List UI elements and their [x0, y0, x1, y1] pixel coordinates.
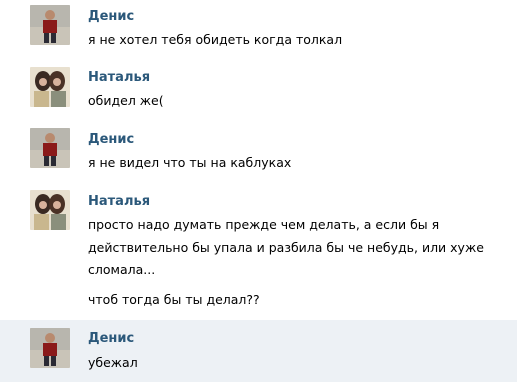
avatar[interactable] — [30, 328, 70, 368]
avatar[interactable] — [30, 5, 70, 45]
message-text: обидел же( — [88, 93, 164, 108]
message-author[interactable]: Денис — [88, 132, 134, 148]
message-item: Наталья обидел же( — [0, 60, 517, 122]
denis-avatar-icon — [30, 328, 70, 368]
message-text: просто надо думать прежде чем делать, а … — [88, 217, 440, 232]
message-text: чтоб тогда бы ты делал?? — [88, 292, 260, 307]
message-item: Денис убежал — [0, 320, 517, 382]
avatar[interactable] — [30, 128, 70, 168]
message-author[interactable]: Денис — [88, 331, 134, 347]
message-text: я не видел что ты на каблуках — [88, 155, 292, 170]
natalya-avatar-icon — [30, 190, 70, 230]
message-author[interactable]: Наталья — [88, 70, 150, 86]
message-text: убежал — [88, 355, 138, 370]
denis-avatar-icon — [30, 128, 70, 168]
message-item: Денис я не хотел тебя обидеть когда толк… — [0, 0, 517, 60]
natalya-avatar-icon — [30, 67, 70, 107]
avatar[interactable] — [30, 67, 70, 107]
avatar[interactable] — [30, 190, 70, 230]
message-author[interactable]: Наталья — [88, 194, 150, 210]
message-text: действительно бы упала и разбила бы че н… — [88, 240, 484, 255]
message-author[interactable]: Денис — [88, 9, 134, 25]
denis-avatar-icon — [30, 5, 70, 45]
message-text: сломала... — [88, 262, 156, 277]
message-text: я не хотел тебя обидеть когда толкал — [88, 32, 343, 47]
message-item: Наталья просто надо думать прежде чем де… — [0, 184, 517, 320]
message-item: Денис я не видел что ты на каблуках — [0, 122, 517, 184]
